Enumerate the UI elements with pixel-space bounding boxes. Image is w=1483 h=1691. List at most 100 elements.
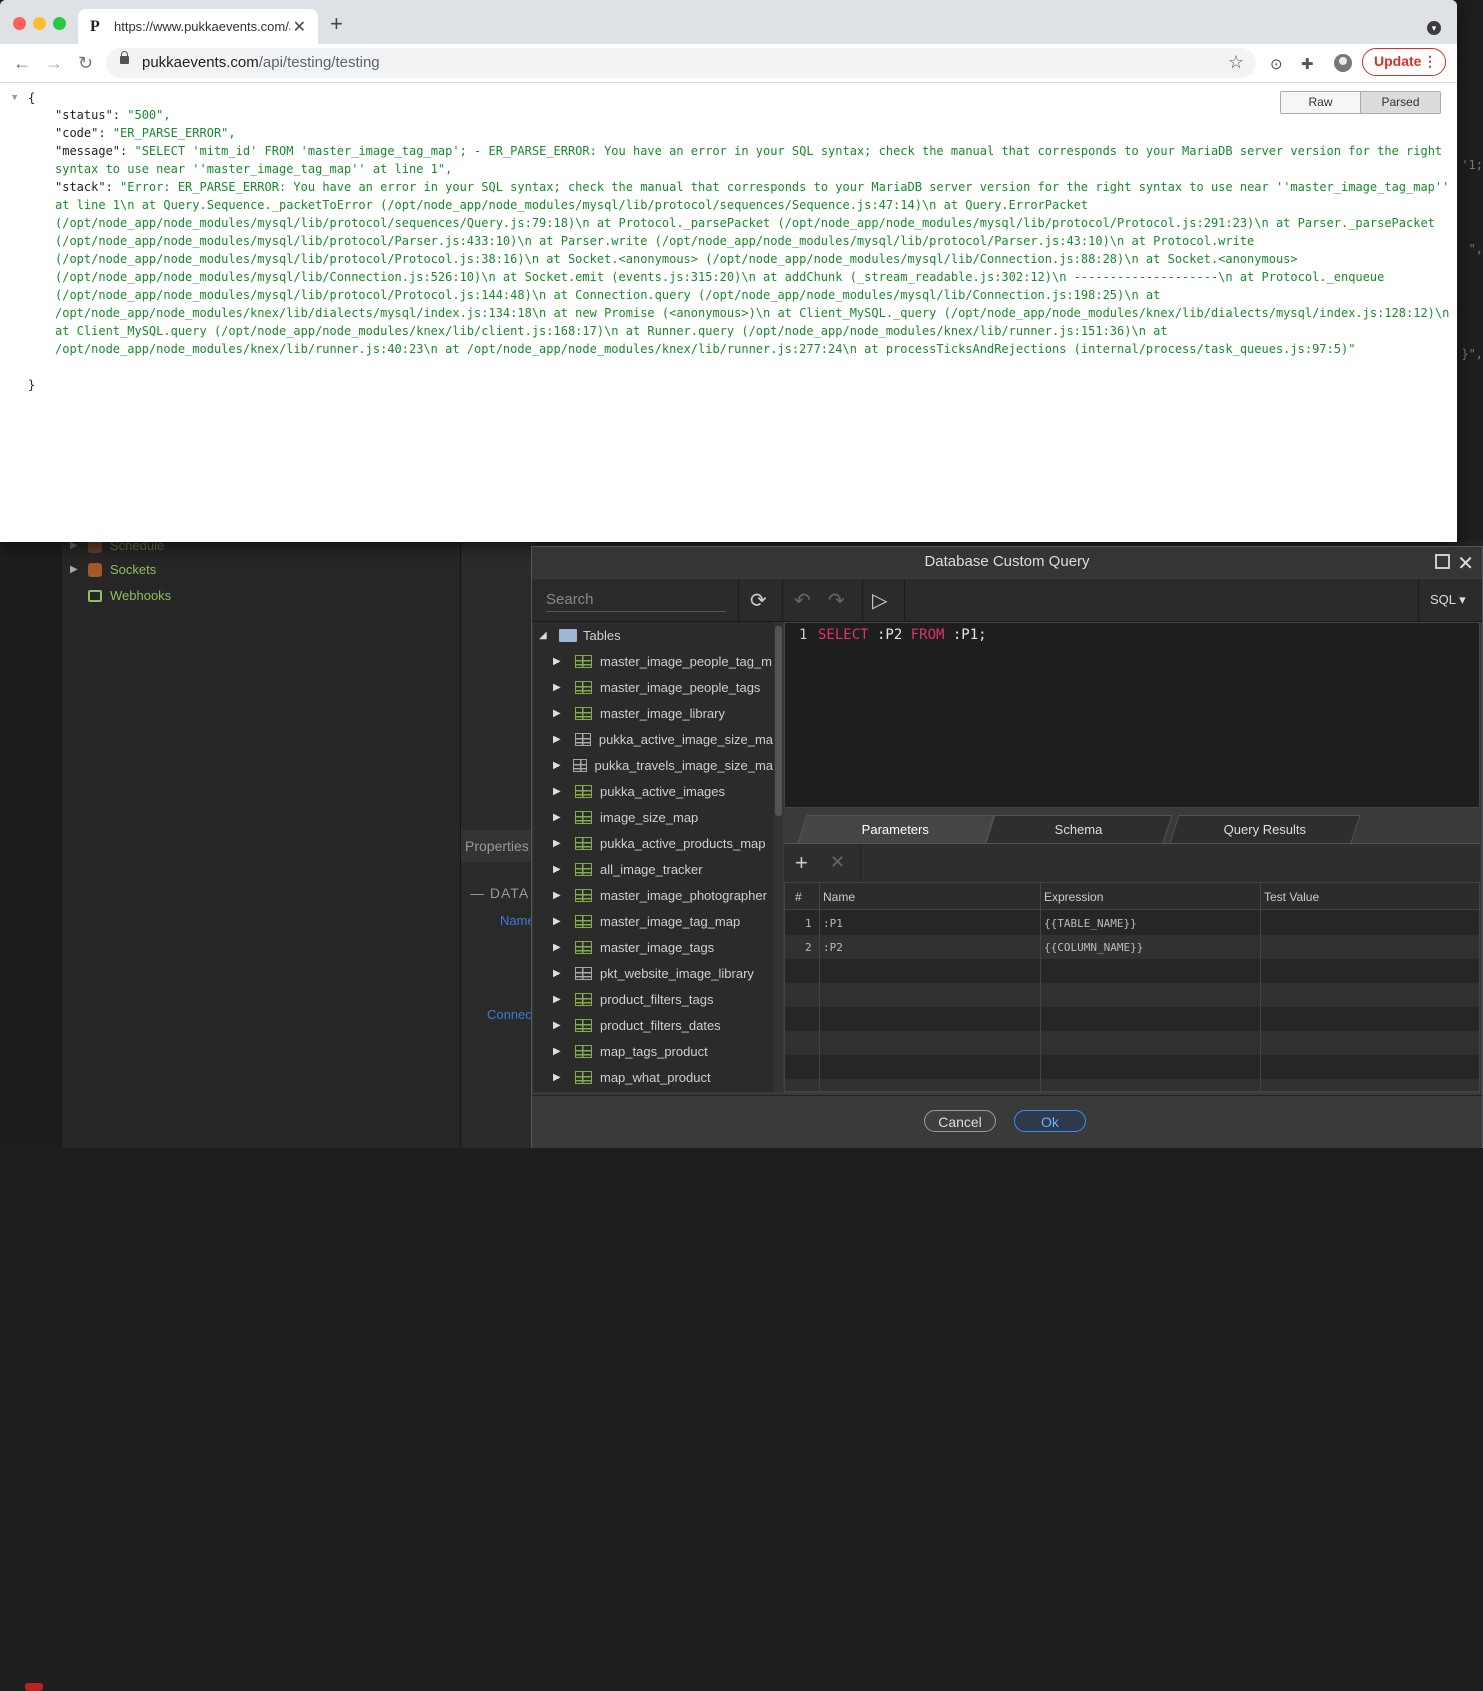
col-header-name[interactable]: Name (823, 890, 855, 904)
update-button[interactable]: Update ⋮ (1362, 48, 1446, 76)
tab-search-icon[interactable]: ▾ (1427, 21, 1441, 35)
table-row[interactable]: 1 :P1 {{TABLE_NAME}} (785, 911, 1479, 935)
expand-arrow-icon[interactable]: ▶ (553, 786, 563, 797)
col-header-test-value[interactable]: Test Value (1264, 890, 1319, 904)
expand-arrow-icon[interactable]: ▶ (553, 812, 563, 823)
expand-arrow-icon[interactable]: ▶ (553, 656, 563, 667)
refresh-icon[interactable]: ⟳ (750, 588, 767, 613)
table-icon (575, 992, 592, 1006)
expand-arrow-icon[interactable]: ▶ (553, 838, 563, 849)
col-header-num[interactable]: # (795, 890, 802, 904)
redo-icon[interactable]: ↷ (828, 588, 845, 613)
bottom-tabs: Parameters Schema Query Results (784, 815, 1482, 843)
sql-editor[interactable]: 1 SELECT :P2 FROM :P1; (784, 622, 1480, 808)
add-parameter-icon[interactable]: + (795, 850, 808, 876)
run-query-icon[interactable]: ▷ (872, 588, 887, 613)
tab-label: Parameters (862, 822, 930, 837)
table-item[interactable]: ▶ master_image_tags (533, 934, 773, 960)
puzzle-extensions-icon[interactable]: ✚ (1301, 55, 1314, 73)
table-item[interactable]: ▶ master_image_people_tag_m (533, 648, 773, 674)
table-row[interactable]: 2 :P2 {{COLUMN_NAME}} (785, 935, 1479, 959)
tab-schema[interactable]: Schema (985, 815, 1173, 843)
tree-scrollbar[interactable] (774, 622, 783, 1092)
col-header-expression[interactable]: Expression (1044, 890, 1103, 904)
bookmark-star-icon[interactable]: ☆ (1228, 52, 1244, 73)
expand-arrow-icon[interactable]: ▶ (553, 734, 563, 745)
expand-arrow-icon[interactable]: ▶ (553, 682, 563, 693)
table-icon (575, 680, 592, 694)
expand-arrow-icon[interactable]: ▶ (553, 1020, 563, 1031)
browser-tab[interactable]: P https://www.pukkaevents.com/api/testin… (78, 9, 318, 44)
new-tab-button[interactable]: + (330, 13, 343, 35)
undo-icon[interactable]: ↶ (794, 588, 811, 613)
profile-avatar-icon[interactable] (1334, 54, 1352, 72)
ide-project-tree: ▶ Schedule ▶ Sockets Webhooks (62, 538, 461, 1148)
lock-icon[interactable] (120, 51, 129, 64)
table-item[interactable]: ▶ pukka_active_images (533, 778, 773, 804)
table-item[interactable]: ▶ product_filters_dates (533, 1012, 773, 1038)
view-icon (572, 758, 587, 772)
param-name[interactable]: :P1 (823, 917, 843, 930)
close-icon[interactable]: ✕ (1457, 549, 1474, 579)
cancel-button[interactable]: Cancel (924, 1110, 996, 1132)
back-arrow-icon[interactable]: ← (13, 53, 31, 74)
table-item[interactable]: ▶ master_image_tag_map (533, 908, 773, 934)
table-item[interactable]: ▶ pukka_travels_image_size_ma (533, 752, 773, 778)
update-label: Update (1374, 53, 1422, 69)
zoom-window-button[interactable] (53, 17, 66, 30)
remove-parameter-icon[interactable]: ✕ (830, 852, 845, 873)
expand-arrow-icon[interactable]: ▶ (553, 890, 563, 901)
table-name: master_image_tags (600, 939, 715, 955)
table-item[interactable]: ▶ pukka_active_image_size_ma (533, 726, 773, 752)
collapse-arrow-icon[interactable]: ◢ (539, 630, 549, 641)
table-item[interactable]: ▶ pkt_website_image_library (533, 960, 773, 986)
table-item[interactable]: ▶ master_image_people_tags (533, 674, 773, 700)
line-number: 1 (799, 627, 808, 643)
table-item[interactable]: ▶ all_image_tracker (533, 856, 773, 882)
expand-arrow-icon[interactable]: ▶ (553, 942, 563, 953)
extension-icon[interactable]: ⊙ (1270, 55, 1283, 73)
tree-item-sockets[interactable]: ▶ Sockets (70, 562, 156, 577)
reload-icon[interactable]: ↻ (78, 53, 93, 74)
scrollbar-thumb[interactable] (775, 626, 782, 816)
address-bar[interactable]: pukkaevents.com/api/testing/testing ☆ (106, 48, 1256, 78)
close-tab-icon[interactable]: ✕ (293, 17, 306, 37)
table-item[interactable]: ▶ image_size_map (533, 804, 773, 830)
json-close-brace: } (28, 378, 36, 392)
expand-arrow-icon[interactable]: ▶ (553, 994, 563, 1005)
url-text[interactable]: pukkaevents.com/api/testing/testing (142, 54, 380, 71)
expand-arrow-icon[interactable]: ▶ (553, 916, 563, 927)
ok-button[interactable]: Ok (1014, 1110, 1086, 1132)
table-search-input[interactable]: Search (546, 589, 726, 612)
minimize-window-button[interactable] (33, 17, 46, 30)
table-item[interactable]: ▶ map_what_product (533, 1064, 773, 1090)
sql-code-line[interactable]: SELECT :P2 FROM :P1; (818, 627, 987, 643)
tab-parameters[interactable]: Parameters (797, 815, 995, 843)
expand-arrow-icon[interactable]: ▶ (553, 760, 561, 771)
table-item[interactable]: ▶ master_image_library (533, 700, 773, 726)
language-select[interactable]: SQL ▾ (1430, 592, 1466, 608)
table-item[interactable]: ▶ map_tags_product (533, 1038, 773, 1064)
table-item[interactable]: ▶ product_filters_tags (533, 986, 773, 1012)
properties-panel-header[interactable]: Properties (461, 830, 536, 862)
param-name[interactable]: :P2 (823, 941, 843, 954)
tab-query-results[interactable]: Query Results (1169, 815, 1361, 843)
table-item[interactable]: ▶ pukka_active_products_map (533, 830, 773, 856)
tables-folder[interactable]: ◢ Tables (533, 622, 773, 648)
expand-arrow-icon[interactable]: ▶ (553, 1046, 563, 1057)
expand-arrow-icon[interactable]: ▶ (70, 564, 80, 575)
expand-arrow-icon[interactable]: ▶ (553, 1072, 563, 1083)
table-item[interactable]: ▶ master_image_photographer (533, 882, 773, 908)
expand-arrow-icon[interactable]: ▶ (553, 968, 563, 979)
expand-arrow-icon[interactable]: ▶ (553, 864, 563, 875)
maximize-icon[interactable] (1435, 554, 1450, 569)
collapse-triangle-icon[interactable]: ▼ (12, 93, 17, 103)
param-expression[interactable]: {{COLUMN_NAME}} (1044, 941, 1143, 954)
forward-arrow-icon[interactable]: → (45, 53, 63, 74)
close-window-button[interactable] (13, 17, 26, 30)
tree-item-webhooks[interactable]: Webhooks (70, 588, 171, 603)
param-expression[interactable]: {{TABLE_NAME}} (1044, 917, 1137, 930)
expand-arrow-icon[interactable]: ▶ (553, 708, 563, 719)
background-code-fragment: ", (1468, 242, 1483, 256)
json-value: "500", (127, 108, 171, 122)
